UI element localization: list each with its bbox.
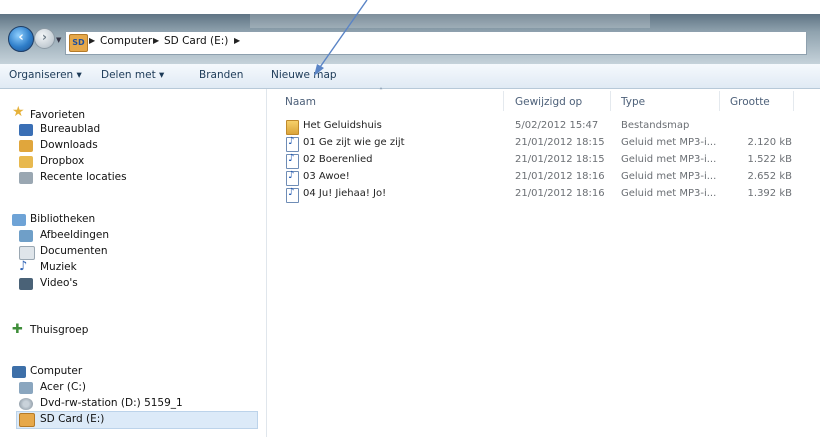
libraries-header[interactable]: Bibliotheken	[30, 213, 95, 225]
back-button[interactable]: ‹	[8, 26, 34, 52]
share-with-button[interactable]: Delen met ▾	[101, 69, 164, 81]
folder-icon	[286, 120, 299, 135]
sidebar-item-drive-e[interactable]: SD Card (E:)	[16, 411, 258, 429]
breadcrumb-computer[interactable]: Computer	[100, 35, 152, 47]
address-bar[interactable]: SD ▶ Computer ▶ SD Card (E:) ▶	[65, 31, 807, 55]
breadcrumb-sd-card[interactable]: SD Card (E:)	[164, 35, 228, 47]
recent-pages-dropdown-icon[interactable]: ▼	[56, 36, 61, 44]
column-separator[interactable]	[610, 91, 611, 111]
computer-header[interactable]: Computer	[30, 365, 82, 377]
file-type: Geluid met MP3-i...	[621, 137, 717, 148]
file-size: 1.522 kB	[747, 154, 792, 165]
sidebar-item-music[interactable]: Muziek	[40, 261, 77, 273]
desktop-icon	[19, 124, 33, 136]
sidebar-item-drive-e-label: SD Card (E:)	[40, 413, 105, 425]
downloads-icon	[19, 140, 33, 152]
file-modified: 21/01/2012 18:16	[515, 188, 605, 199]
forward-arrow-icon: ›	[42, 30, 47, 44]
column-header-name[interactable]: Naam	[285, 96, 316, 108]
file-type: Bestandsmap	[621, 120, 690, 131]
back-arrow-icon: ‹	[18, 30, 24, 45]
sidebar-item-pictures[interactable]: Afbeeldingen	[40, 229, 109, 241]
favorites-header[interactable]: Favorieten	[30, 109, 85, 121]
file-size: 2.120 kB	[747, 137, 792, 148]
command-bar: Organiseren ▾ Delen met ▾ Branden Nieuwe…	[0, 64, 820, 89]
new-folder-button[interactable]: Nieuwe map	[271, 69, 337, 81]
column-header-size[interactable]: Grootte	[730, 96, 770, 108]
dvd-drive-icon	[19, 398, 33, 410]
file-type: Geluid met MP3-i...	[621, 154, 717, 165]
sidebar-item-downloads[interactable]: Downloads	[40, 139, 98, 151]
sidebar-item-videos[interactable]: Video's	[40, 277, 78, 289]
hard-drive-icon	[19, 382, 33, 394]
file-type: Geluid met MP3-i...	[621, 188, 717, 199]
audio-file-icon	[286, 187, 299, 203]
organize-button[interactable]: Organiseren ▾	[9, 69, 82, 81]
sidebar-item-dropbox[interactable]: Dropbox	[40, 155, 84, 167]
column-separator[interactable]	[719, 91, 720, 111]
column-header-type[interactable]: Type	[621, 96, 645, 108]
navigation-pane: ★ Favorieten Bureaublad Downloads Dropbo…	[0, 89, 267, 437]
file-name[interactable]: 04 Ju! Jiehaa! Jo!	[303, 188, 386, 199]
homegroup-icon: ✚	[12, 322, 23, 337]
documents-icon	[19, 246, 35, 260]
sidebar-item-documents[interactable]: Documenten	[40, 245, 108, 257]
sd-card-icon: SD	[69, 34, 88, 52]
column-separator[interactable]	[503, 91, 504, 111]
homegroup-item[interactable]: Thuisgroep	[30, 324, 88, 336]
audio-file-icon	[286, 136, 299, 152]
file-modified: 21/01/2012 18:16	[515, 171, 605, 182]
titlebar-glow	[250, 14, 650, 28]
sort-up-icon: ˄	[379, 87, 383, 96]
dropbox-icon	[19, 156, 33, 168]
computer-icon	[12, 366, 26, 378]
file-modified: 5/02/2012 15:47	[515, 120, 599, 131]
burn-button[interactable]: Branden	[199, 69, 243, 81]
music-icon: ♪	[19, 259, 28, 274]
file-type: Geluid met MP3-i...	[621, 171, 717, 182]
sidebar-item-drive-c[interactable]: Acer (C:)	[40, 381, 86, 393]
breadcrumb-chevron-icon: ▶	[89, 36, 96, 45]
file-modified: 21/01/2012 18:15	[515, 137, 605, 148]
libraries-icon	[12, 214, 26, 226]
file-size: 2.652 kB	[747, 171, 792, 182]
forward-button[interactable]: ›	[34, 28, 55, 49]
breadcrumb-chevron-icon: ▶	[153, 36, 160, 45]
pictures-icon	[19, 230, 33, 242]
file-size: 1.392 kB	[747, 188, 792, 199]
file-list-pane: Naam ˄ Gewijzigd op Type Grootte Het Gel…	[267, 87, 820, 437]
audio-file-icon	[286, 153, 299, 169]
sd-card-icon	[19, 413, 35, 427]
file-name[interactable]: 03 Awoe!	[303, 171, 350, 182]
videos-icon	[19, 278, 33, 290]
file-name[interactable]: 01 Ge zijt wie ge zijt	[303, 137, 405, 148]
sidebar-item-recent-places[interactable]: Recente locaties	[40, 171, 127, 183]
top-caption-strip	[0, 0, 820, 14]
column-header-modified[interactable]: Gewijzigd op	[515, 96, 582, 108]
breadcrumb-chevron-icon: ▶	[234, 36, 241, 45]
file-name[interactable]: 02 Boerenlied	[303, 154, 372, 165]
sidebar-item-drive-d[interactable]: Dvd-rw-station (D:) 5159_1	[40, 397, 183, 409]
column-separator[interactable]	[793, 91, 794, 111]
recent-places-icon	[19, 172, 33, 184]
file-modified: 21/01/2012 18:15	[515, 154, 605, 165]
file-name[interactable]: Het Geluidshuis	[303, 120, 382, 131]
favorites-star-icon: ★	[12, 104, 25, 120]
audio-file-icon	[286, 170, 299, 186]
sidebar-item-desktop[interactable]: Bureaublad	[40, 123, 100, 135]
